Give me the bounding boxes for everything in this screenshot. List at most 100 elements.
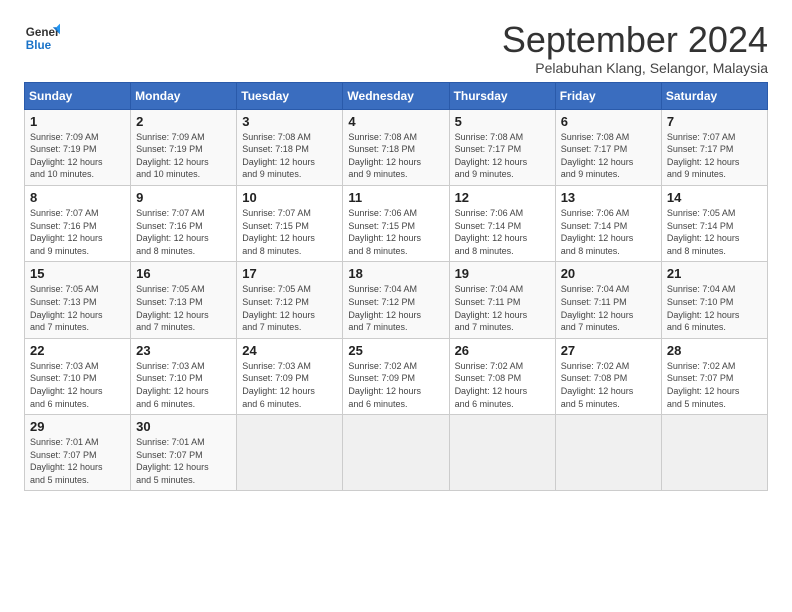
calendar-day-18: 18 Sunrise: 7:04 AMSunset: 7:12 PMDayligh… [343,262,449,338]
calendar-day-30: 30 Sunrise: 7:01 AMSunset: 7:07 PMDayligh… [131,415,237,491]
day-info: Sunrise: 7:06 AMSunset: 7:14 PMDaylight:… [455,207,550,257]
calendar-header-row: Sunday Monday Tuesday Wednesday Thursday… [25,82,768,109]
calendar-week-row: 1 Sunrise: 7:09 AMSunset: 7:19 PMDaylight… [25,109,768,185]
day-number: 23 [136,343,231,358]
day-number: 9 [136,190,231,205]
day-number: 28 [667,343,762,358]
day-number: 18 [348,266,443,281]
calendar-week-row: 8Sunrise: 7:07 AMSunset: 7:16 PMDaylight… [25,185,768,261]
calendar-day-13: 13 Sunrise: 7:06 AMSunset: 7:14 PMDayligh… [555,185,661,261]
location: Pelabuhan Klang, Selangor, Malaysia [502,60,768,76]
day-info: Sunrise: 7:04 AMSunset: 7:10 PMDaylight:… [667,283,762,333]
day-number: 27 [561,343,656,358]
day-number: 19 [455,266,550,281]
calendar-day-7: 7 Sunrise: 7:07 AMSunset: 7:17 PMDaylight… [661,109,767,185]
calendar-day-4: 4 Sunrise: 7:08 AMSunset: 7:18 PMDaylight… [343,109,449,185]
col-thursday: Thursday [449,82,555,109]
day-number: 30 [136,419,231,434]
day-info: Sunrise: 7:07 AMSunset: 7:16 PMDaylight:… [136,207,231,257]
day-number: 29 [30,419,125,434]
day-info: Sunrise: 7:08 AMSunset: 7:17 PMDaylight:… [561,131,656,181]
day-number: 12 [455,190,550,205]
col-friday: Friday [555,82,661,109]
calendar-week-row: 29 Sunrise: 7:01 AMSunset: 7:07 PMDayligh… [25,415,768,491]
col-saturday: Saturday [661,82,767,109]
day-info: Sunrise: 7:08 AMSunset: 7:18 PMDaylight:… [242,131,337,181]
col-monday: Monday [131,82,237,109]
empty-cell [555,415,661,491]
day-info: Sunrise: 7:07 AMSunset: 7:16 PMDaylight:… [30,207,125,257]
calendar-day-21: 21 Sunrise: 7:04 AMSunset: 7:10 PMDayligh… [661,262,767,338]
day-info: Sunrise: 7:07 AMSunset: 7:17 PMDaylight:… [667,131,762,181]
day-number: 3 [242,114,337,129]
day-number: 1 [30,114,125,129]
day-info: Sunrise: 7:02 AMSunset: 7:08 PMDaylight:… [455,360,550,410]
calendar-day-24: 24Sunrise: 7:03 AMSunset: 7:09 PMDayligh… [237,338,343,414]
day-number: 16 [136,266,231,281]
calendar-day-5: 5 Sunrise: 7:08 AMSunset: 7:17 PMDaylight… [449,109,555,185]
calendar-week-row: 22 Sunrise: 7:03 AMSunset: 7:10 PMDayligh… [25,338,768,414]
calendar-day-23: 23 Sunrise: 7:03 AMSunset: 7:10 PMDayligh… [131,338,237,414]
day-info: Sunrise: 7:08 AMSunset: 7:17 PMDaylight:… [455,131,550,181]
day-number: 5 [455,114,550,129]
calendar-day-28: 28 Sunrise: 7:02 AMSunset: 7:07 PMDayligh… [661,338,767,414]
day-info: Sunrise: 7:04 AMSunset: 7:11 PMDaylight:… [455,283,550,333]
day-number: 22 [30,343,125,358]
calendar-day-15: 15Sunrise: 7:05 AMSunset: 7:13 PMDayligh… [25,262,131,338]
day-number: 4 [348,114,443,129]
calendar-day-1: 1 Sunrise: 7:09 AMSunset: 7:19 PMDaylight… [25,109,131,185]
day-number: 17 [242,266,337,281]
empty-cell [237,415,343,491]
day-number: 7 [667,114,762,129]
day-info: Sunrise: 7:05 AMSunset: 7:12 PMDaylight:… [242,283,337,333]
day-number: 11 [348,190,443,205]
day-number: 26 [455,343,550,358]
calendar-day-17: 17 Sunrise: 7:05 AMSunset: 7:12 PMDayligh… [237,262,343,338]
calendar-day-29: 29 Sunrise: 7:01 AMSunset: 7:07 PMDayligh… [25,415,131,491]
col-wednesday: Wednesday [343,82,449,109]
title-block: September 2024 Pelabuhan Klang, Selangor… [502,20,768,76]
calendar-day-12: 12 Sunrise: 7:06 AMSunset: 7:14 PMDayligh… [449,185,555,261]
day-info: Sunrise: 7:03 AMSunset: 7:10 PMDaylight:… [136,360,231,410]
col-sunday: Sunday [25,82,131,109]
calendar-day-2: 2Sunrise: 7:09 AMSunset: 7:19 PMDaylight… [131,109,237,185]
day-info: Sunrise: 7:03 AMSunset: 7:10 PMDaylight:… [30,360,125,410]
day-info: Sunrise: 7:05 AMSunset: 7:14 PMDaylight:… [667,207,762,257]
calendar-day-16: 16 Sunrise: 7:05 AMSunset: 7:13 PMDayligh… [131,262,237,338]
day-info: Sunrise: 7:07 AMSunset: 7:15 PMDaylight:… [242,207,337,257]
calendar-day-20: 20 Sunrise: 7:04 AMSunset: 7:11 PMDayligh… [555,262,661,338]
svg-text:Blue: Blue [26,39,52,52]
day-info: Sunrise: 7:02 AMSunset: 7:09 PMDaylight:… [348,360,443,410]
day-number: 21 [667,266,762,281]
logo: General Blue [24,20,60,56]
day-info: Sunrise: 7:04 AMSunset: 7:11 PMDaylight:… [561,283,656,333]
calendar-day-25: 25 Sunrise: 7:02 AMSunset: 7:09 PMDayligh… [343,338,449,414]
col-tuesday: Tuesday [237,82,343,109]
day-info: Sunrise: 7:05 AMSunset: 7:13 PMDaylight:… [136,283,231,333]
empty-cell [449,415,555,491]
calendar-day-22: 22 Sunrise: 7:03 AMSunset: 7:10 PMDayligh… [25,338,131,414]
day-info: Sunrise: 7:06 AMSunset: 7:15 PMDaylight:… [348,207,443,257]
day-number: 14 [667,190,762,205]
empty-cell [661,415,767,491]
day-info: Sunrise: 7:09 AMSunset: 7:19 PMDaylight:… [30,131,125,181]
day-info: Sunrise: 7:01 AMSunset: 7:07 PMDaylight:… [30,436,125,486]
day-number: 2 [136,114,231,129]
calendar-day-26: 26 Sunrise: 7:02 AMSunset: 7:08 PMDayligh… [449,338,555,414]
day-number: 20 [561,266,656,281]
day-number: 10 [242,190,337,205]
calendar-day-27: 27Sunrise: 7:02 AMSunset: 7:08 PMDayligh… [555,338,661,414]
calendar-week-row: 15Sunrise: 7:05 AMSunset: 7:13 PMDayligh… [25,262,768,338]
month-title: September 2024 [502,20,768,60]
day-info: Sunrise: 7:04 AMSunset: 7:12 PMDaylight:… [348,283,443,333]
calendar-day-3: 3 Sunrise: 7:08 AMSunset: 7:18 PMDaylight… [237,109,343,185]
day-number: 13 [561,190,656,205]
day-info: Sunrise: 7:06 AMSunset: 7:14 PMDaylight:… [561,207,656,257]
empty-cell [343,415,449,491]
day-number: 25 [348,343,443,358]
day-info: Sunrise: 7:01 AMSunset: 7:07 PMDaylight:… [136,436,231,486]
day-info: Sunrise: 7:05 AMSunset: 7:13 PMDaylight:… [30,283,125,333]
day-info: Sunrise: 7:02 AMSunset: 7:07 PMDaylight:… [667,360,762,410]
day-info: Sunrise: 7:03 AMSunset: 7:09 PMDaylight:… [242,360,337,410]
day-info: Sunrise: 7:08 AMSunset: 7:18 PMDaylight:… [348,131,443,181]
